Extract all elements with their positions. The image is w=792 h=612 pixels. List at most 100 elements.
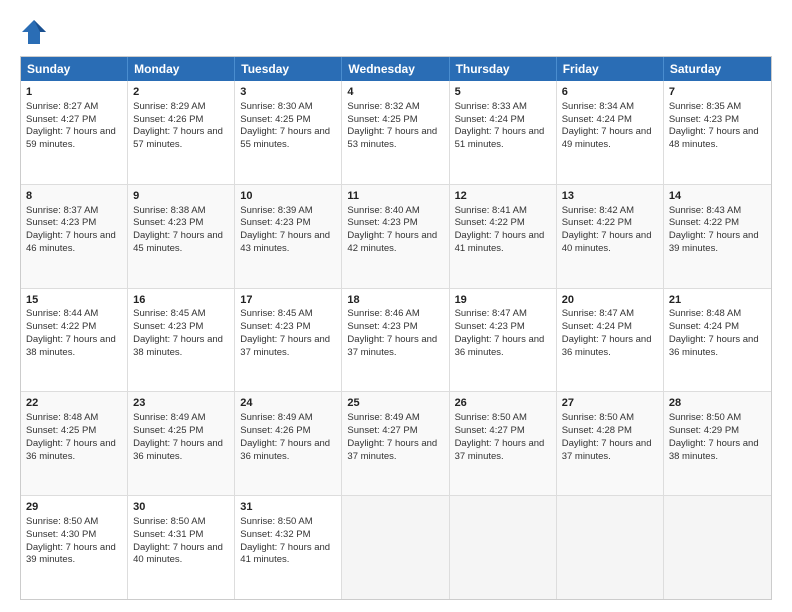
day-number: 5: [455, 85, 551, 100]
sunset-label: Sunset: 4:32 PM: [240, 529, 310, 540]
day-number: 25: [347, 396, 443, 411]
day-number: 30: [133, 500, 229, 515]
sunset-label: Sunset: 4:23 PM: [347, 321, 417, 332]
calendar-cell-day-29: 29Sunrise: 8:50 AMSunset: 4:30 PMDayligh…: [21, 496, 128, 599]
sunset-label: Sunset: 4:27 PM: [26, 114, 96, 125]
daylight-label: Daylight: 7 hours and 45 minutes.: [133, 230, 223, 254]
calendar-cell-day-16: 16Sunrise: 8:45 AMSunset: 4:23 PMDayligh…: [128, 289, 235, 392]
day-number: 7: [669, 85, 766, 100]
logo: [20, 18, 52, 46]
sunset-label: Sunset: 4:22 PM: [26, 321, 96, 332]
day-number: 11: [347, 189, 443, 204]
calendar-cell-day-21: 21Sunrise: 8:48 AMSunset: 4:24 PMDayligh…: [664, 289, 771, 392]
calendar-row-5: 29Sunrise: 8:50 AMSunset: 4:30 PMDayligh…: [21, 495, 771, 599]
sunset-label: Sunset: 4:24 PM: [562, 114, 632, 125]
calendar-cell-day-19: 19Sunrise: 8:47 AMSunset: 4:23 PMDayligh…: [450, 289, 557, 392]
calendar-cell-day-8: 8Sunrise: 8:37 AMSunset: 4:23 PMDaylight…: [21, 185, 128, 288]
calendar-cell-day-20: 20Sunrise: 8:47 AMSunset: 4:24 PMDayligh…: [557, 289, 664, 392]
day-number: 20: [562, 293, 658, 308]
daylight-label: Daylight: 7 hours and 36 minutes.: [26, 438, 116, 462]
calendar-header-monday: Monday: [128, 57, 235, 81]
calendar-cell-empty-r4c6: [664, 496, 771, 599]
sunrise-label: Sunrise: 8:49 AM: [133, 412, 205, 423]
calendar-header-sunday: Sunday: [21, 57, 128, 81]
sunset-label: Sunset: 4:23 PM: [133, 217, 203, 228]
sunrise-label: Sunrise: 8:27 AM: [26, 101, 98, 112]
sunrise-label: Sunrise: 8:50 AM: [26, 516, 98, 527]
calendar-cell-day-11: 11Sunrise: 8:40 AMSunset: 4:23 PMDayligh…: [342, 185, 449, 288]
calendar-cell-empty-r4c4: [450, 496, 557, 599]
day-number: 26: [455, 396, 551, 411]
daylight-label: Daylight: 7 hours and 43 minutes.: [240, 230, 330, 254]
calendar-cell-empty-r4c3: [342, 496, 449, 599]
daylight-label: Daylight: 7 hours and 37 minutes.: [455, 438, 545, 462]
day-number: 14: [669, 189, 766, 204]
sunrise-label: Sunrise: 8:41 AM: [455, 205, 527, 216]
daylight-label: Daylight: 7 hours and 55 minutes.: [240, 126, 330, 150]
daylight-label: Daylight: 7 hours and 37 minutes.: [240, 334, 330, 358]
sunset-label: Sunset: 4:23 PM: [455, 321, 525, 332]
calendar-cell-day-9: 9Sunrise: 8:38 AMSunset: 4:23 PMDaylight…: [128, 185, 235, 288]
day-number: 10: [240, 189, 336, 204]
calendar-cell-day-14: 14Sunrise: 8:43 AMSunset: 4:22 PM Dayligh…: [664, 185, 771, 288]
day-number: 21: [669, 293, 766, 308]
calendar-header-thursday: Thursday: [450, 57, 557, 81]
day-number: 9: [133, 189, 229, 204]
sunrise-label: Sunrise: 8:50 AM: [455, 412, 527, 423]
day-number: 24: [240, 396, 336, 411]
calendar-cell-day-31: 31Sunrise: 8:50 AMSunset: 4:32 PMDayligh…: [235, 496, 342, 599]
day-number: 15: [26, 293, 122, 308]
day-number: 19: [455, 293, 551, 308]
sunrise-label: Sunrise: 8:50 AM: [562, 412, 634, 423]
day-number: 6: [562, 85, 658, 100]
header: [20, 18, 772, 46]
calendar-header-wednesday: Wednesday: [342, 57, 449, 81]
daylight-label: Daylight: 7 hours and 36 minutes.: [455, 334, 545, 358]
sunset-label: Sunset: 4:23 PM: [347, 217, 417, 228]
day-number: 3: [240, 85, 336, 100]
day-number: 27: [562, 396, 658, 411]
day-number: 8: [26, 189, 122, 204]
day-number: 2: [133, 85, 229, 100]
daylight-label: Daylight: 7 hours and 53 minutes.: [347, 126, 437, 150]
daylight-label: Daylight: 7 hours and 48 minutes.: [669, 126, 759, 150]
daylight-label: Daylight: 7 hours and 46 minutes.: [26, 230, 116, 254]
day-number: 23: [133, 396, 229, 411]
sunset-label: Sunset: 4:24 PM: [669, 321, 739, 332]
daylight-label: Daylight: 7 hours and 37 minutes.: [562, 438, 652, 462]
sunrise-label: Sunrise: 8:42 AM: [562, 205, 634, 216]
sunrise-label: Sunrise: 8:50 AM: [133, 516, 205, 527]
calendar-cell-day-24: 24Sunrise: 8:49 AMSunset: 4:26 PMDayligh…: [235, 392, 342, 495]
day-number: 17: [240, 293, 336, 308]
sunrise-label: Sunrise: 8:40 AM: [347, 205, 419, 216]
daylight-label: Daylight: 7 hours and 57 minutes.: [133, 126, 223, 150]
sunrise-label: Sunrise: 8:44 AM: [26, 308, 98, 319]
daylight-label: Daylight: 7 hours and 36 minutes.: [240, 438, 330, 462]
day-number: 1: [26, 85, 122, 100]
logo-icon: [20, 18, 48, 46]
sunset-label: Sunset: 4:22 PM: [562, 217, 632, 228]
calendar-cell-day-23: 23Sunrise: 8:49 AMSunset: 4:25 PMDayligh…: [128, 392, 235, 495]
sunrise-label: Sunrise: 8:48 AM: [26, 412, 98, 423]
calendar-cell-day-6: 6Sunrise: 8:34 AMSunset: 4:24 PMDaylight…: [557, 81, 664, 184]
calendar-cell-day-13: 13Sunrise: 8:42 AMSunset: 4:22 PMDayligh…: [557, 185, 664, 288]
daylight-label: Daylight: 7 hours and 38 minutes.: [133, 334, 223, 358]
day-number: 16: [133, 293, 229, 308]
calendar-cell-day-2: 2Sunrise: 8:29 AMSunset: 4:26 PMDaylight…: [128, 81, 235, 184]
sunset-label: Sunset: 4:30 PM: [26, 529, 96, 540]
calendar: SundayMondayTuesdayWednesdayThursdayFrid…: [20, 56, 772, 600]
daylight-label: Daylight: 7 hours and 38 minutes.: [669, 438, 759, 462]
sunset-label: Sunset: 4:22 PM: [669, 217, 739, 228]
daylight-label: Daylight: 7 hours and 41 minutes.: [455, 230, 545, 254]
sunset-label: Sunset: 4:24 PM: [562, 321, 632, 332]
sunrise-label: Sunrise: 8:43 AM: [669, 205, 741, 216]
daylight-label: Daylight: 7 hours and 39 minutes.: [669, 230, 759, 254]
calendar-row-2: 8Sunrise: 8:37 AMSunset: 4:23 PMDaylight…: [21, 184, 771, 288]
sunset-label: Sunset: 4:31 PM: [133, 529, 203, 540]
daylight-label: Daylight: 7 hours and 39 minutes.: [26, 542, 116, 566]
sunset-label: Sunset: 4:25 PM: [26, 425, 96, 436]
sunrise-label: Sunrise: 8:35 AM: [669, 101, 741, 112]
sunrise-label: Sunrise: 8:30 AM: [240, 101, 312, 112]
sunset-label: Sunset: 4:25 PM: [347, 114, 417, 125]
sunrise-label: Sunrise: 8:33 AM: [455, 101, 527, 112]
